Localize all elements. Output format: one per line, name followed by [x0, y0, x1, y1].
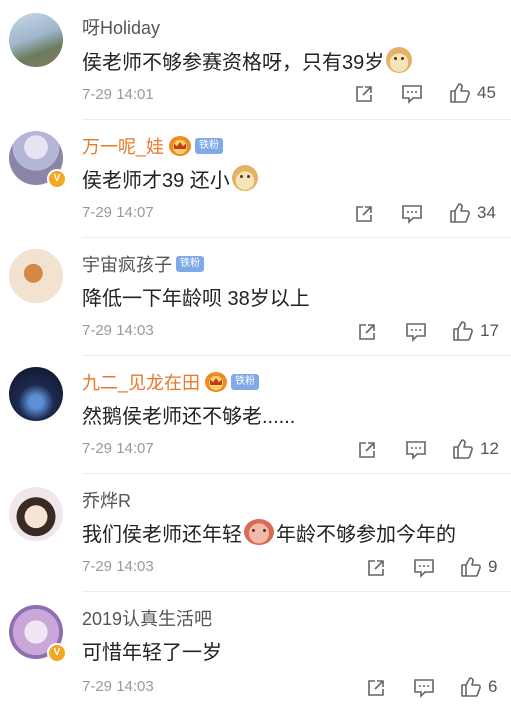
fan-badge: 铁粉: [176, 256, 204, 272]
username-row: 乔烨R: [82, 487, 131, 513]
username-row: 九二_见龙在田 铁粉: [82, 369, 260, 395]
comment-button[interactable]: [401, 84, 423, 104]
like-count: 17: [480, 321, 499, 340]
username[interactable]: 乔烨R: [82, 487, 131, 513]
username[interactable]: 九二_见龙在田: [82, 369, 200, 395]
comment-button[interactable]: [413, 678, 435, 698]
timestamp: 7-29 14:07: [82, 440, 154, 457]
share-icon: [368, 560, 384, 576]
comment-item: 乔烨R 我们侯老师还年轻 年龄不够参加今年的 7-29 14:03 9: [0, 474, 511, 592]
thumbs-up-icon: [461, 677, 481, 697]
username[interactable]: 宇宙疯孩子: [82, 251, 172, 277]
comment-icon: [406, 441, 426, 460]
fan-badge: 铁粉: [195, 138, 224, 154]
thumbs-up-icon: [461, 557, 481, 577]
crown-icon: [169, 136, 192, 156]
like-count: 45: [477, 83, 496, 102]
username-row: 万一呢_娃 铁粉: [82, 133, 224, 159]
timestamp: 7-29 14:07: [82, 204, 154, 221]
comment-text: 侯老师才39 还小: [82, 163, 258, 193]
like-button[interactable]: 12: [452, 438, 499, 460]
username[interactable]: 呀Holiday: [82, 14, 160, 40]
share-button[interactable]: [366, 678, 386, 698]
timestamp: 7-29 14:03: [82, 558, 154, 575]
thumbs-up-icon: [453, 439, 473, 459]
username[interactable]: 2019认真生活吧: [82, 605, 212, 631]
comment-icon: [414, 679, 434, 698]
verified-v-icon: V: [47, 169, 67, 189]
comment-item: 呀Holiday 侯老师不够参赛资格呀，只有39岁 7-29 14:01 45: [0, 0, 511, 120]
comment-text: 可惜年轻了一岁: [82, 641, 222, 664]
comment-item: 宇宙疯孩子 铁粉 降低一下年龄呗 38岁以上 7-29 14:03 17: [0, 238, 511, 356]
comment-button[interactable]: [405, 322, 427, 342]
comment-text: 降低一下年龄呗 38岁以上: [82, 287, 310, 310]
comment-text: 我们侯老师还年轻 年龄不够参加今年的: [82, 517, 456, 547]
share-button[interactable]: [357, 440, 377, 460]
avatar[interactable]: [9, 367, 63, 421]
comment-item: V 2019认真生活吧 可惜年轻了一岁 7-29 14:03 6: [0, 592, 511, 714]
comment-icon: [402, 85, 422, 104]
comment-text: 然鹅侯老师还不够老......: [82, 405, 296, 428]
username-row: 2019认真生活吧: [82, 605, 212, 631]
like-button[interactable]: 34: [449, 202, 496, 224]
share-icon: [368, 680, 384, 696]
verified-v-icon: V: [47, 643, 67, 663]
username-row: 宇宙疯孩子 铁粉: [82, 251, 204, 277]
share-button[interactable]: [357, 322, 377, 342]
comment-icon: [414, 559, 434, 578]
like-button[interactable]: 45: [449, 82, 496, 104]
username-row: 呀Holiday: [82, 14, 160, 40]
timestamp: 7-29 14:03: [82, 678, 154, 695]
timestamp: 7-29 14:01: [82, 86, 154, 103]
like-button[interactable]: 17: [452, 320, 499, 342]
share-icon: [359, 442, 375, 458]
like-count: 9: [488, 557, 498, 576]
avatar[interactable]: [9, 249, 63, 303]
doge-emoji-icon: [231, 165, 258, 191]
avatar[interactable]: [9, 13, 63, 67]
like-count: 12: [480, 439, 499, 458]
crown-icon: [205, 372, 228, 392]
like-count: 6: [488, 677, 498, 696]
thumbs-up-icon: [453, 321, 473, 341]
comment-icon: [406, 323, 426, 342]
share-button[interactable]: [354, 204, 374, 224]
timestamp: 7-29 14:03: [82, 322, 154, 339]
share-button[interactable]: [354, 84, 374, 104]
fan-badge: 铁粉: [231, 374, 260, 390]
doge-emoji-icon: [386, 47, 413, 73]
comment-text: 侯老师不够参赛资格呀，只有39岁: [82, 45, 413, 75]
comment-button[interactable]: [405, 440, 427, 460]
pig-emoji-icon: [244, 519, 274, 545]
comment-icon: [402, 205, 422, 224]
comment-button[interactable]: [401, 204, 423, 224]
comment-item: V 万一呢_娃 铁粉 侯老师才39 还小 7-29 14:07 34: [0, 120, 511, 238]
like-button[interactable]: 9: [460, 556, 497, 578]
share-icon: [356, 206, 372, 222]
avatar[interactable]: [9, 487, 63, 541]
comment-button[interactable]: [413, 558, 435, 578]
username[interactable]: 万一呢_娃: [82, 133, 164, 159]
share-icon: [356, 86, 372, 102]
thumbs-up-icon: [450, 83, 470, 103]
like-count: 34: [477, 203, 496, 222]
thumbs-up-icon: [450, 203, 470, 223]
share-button[interactable]: [366, 558, 386, 578]
comment-item: 九二_见龙在田 铁粉 然鹅侯老师还不够老...... 7-29 14:07 12: [0, 356, 511, 474]
like-button[interactable]: 6: [460, 676, 497, 698]
share-icon: [359, 324, 375, 340]
